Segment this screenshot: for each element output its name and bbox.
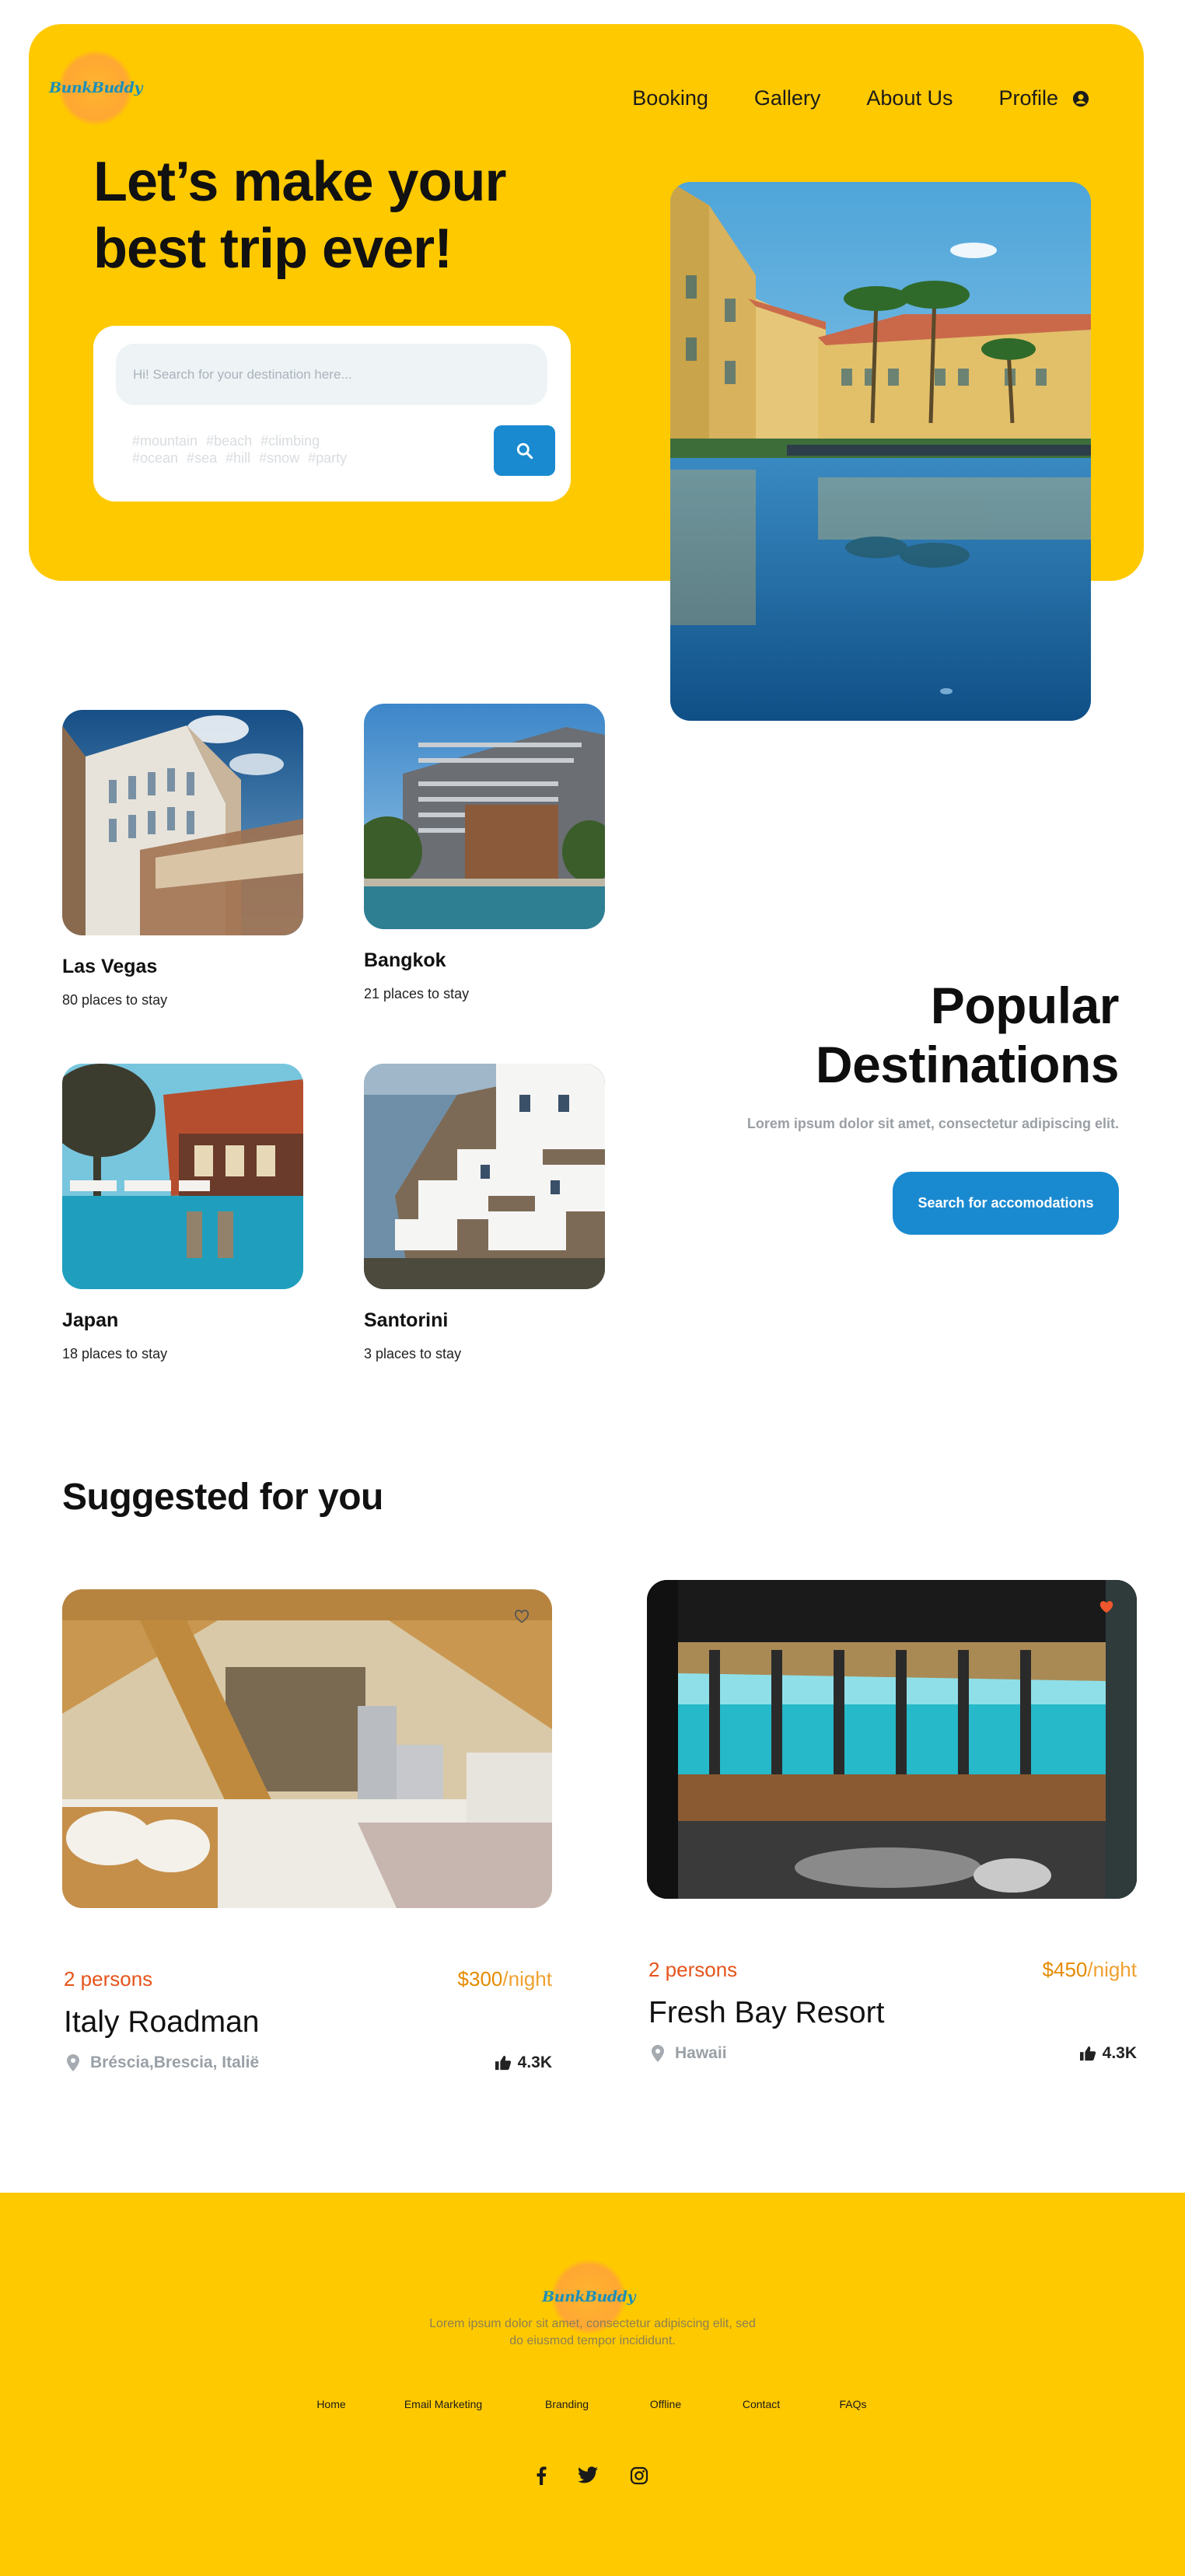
nav-booking[interactable]: Booking [632, 86, 708, 110]
destination-count: 21 places to stay [364, 986, 470, 1001]
destination-photo [62, 1064, 303, 1289]
destination-card-japan[interactable]: Japan 18 places to stay [62, 1064, 303, 1362]
popular-subtitle: Lorem ipsum dolor sit amet, consectetur … [746, 1116, 1119, 1131]
likes[interactable]: 4.3K [495, 2053, 552, 2072]
likes-count: 4.3K [517, 2053, 552, 2071]
footer-link-contact[interactable]: Contact [743, 2398, 780, 2410]
footer-link-branding[interactable]: Branding [545, 2398, 589, 2410]
profile-label: Profile [998, 86, 1058, 110]
suggested-photo [62, 1589, 552, 1908]
location: Hawaii [647, 2044, 727, 2063]
footer: BunkBuddy Lorem ipsum dolor sit amet, co… [0, 2193, 1185, 2576]
suggested-photo [647, 1580, 1137, 1899]
nav-about-us[interactable]: About Us [866, 86, 953, 110]
destination-name: Santorini [364, 1309, 449, 1331]
suggested-name: Italy Roadman [64, 2005, 260, 2039]
suggested-meta: 2 persons $450/night [647, 1958, 1137, 1982]
destination-count: 80 places to stay [62, 992, 168, 1008]
instagram-icon[interactable] [630, 2466, 648, 2485]
facebook-icon[interactable] [536, 2466, 547, 2485]
tags-row-1[interactable]: #mountain #beach #climbing [132, 432, 428, 449]
search-card: #mountain #beach #climbing #ocean #sea #… [93, 326, 571, 502]
destination-card-bangkok[interactable]: Bangkok 21 places to stay [364, 704, 605, 1002]
suggested-name: Fresh Bay Resort [648, 1996, 885, 2029]
footer-link-offline[interactable]: Offline [650, 2398, 681, 2410]
page: BunkBuddy Booking Gallery About Us Profi… [0, 0, 1185, 2576]
destination-count: 3 places to stay [364, 1346, 462, 1361]
destination-card-santorini[interactable]: Santorini 3 places to stay [364, 1064, 605, 1362]
popular-title-line-1: Popular [930, 977, 1120, 1034]
search-input[interactable] [116, 344, 547, 405]
footer-link-home[interactable]: Home [316, 2398, 345, 2410]
location-text: Bréscia,Brescia, Italië [90, 2053, 260, 2071]
footer-link-faqs[interactable]: FAQs [839, 2398, 866, 2410]
likes-count: 4.3K [1102, 2044, 1137, 2062]
likes[interactable]: 4.3K [1079, 2044, 1137, 2063]
suggested-footer: Hawaii 4.3K [647, 2044, 1137, 2063]
destination-name: Las Vegas [62, 956, 158, 977]
price-value: $450 [1042, 1958, 1088, 1981]
persons-label: 2 persons [648, 1958, 738, 1981]
destination-name: Japan [62, 1309, 119, 1331]
footer-text: Lorem ipsum dolor sit amet, consectetur … [429, 2317, 756, 2347]
location-pin-icon [67, 2054, 79, 2071]
nav-profile[interactable]: Profile [998, 86, 1089, 110]
heart-filled-icon[interactable] [1098, 1599, 1115, 1614]
suggested-footer: Bréscia,Brescia, Italië 4.3K [62, 2053, 552, 2072]
suggested-meta: 2 persons $300/night [62, 1967, 552, 1991]
destination-name: Bangkok [364, 949, 446, 971]
search-icon [516, 442, 533, 459]
popular-destinations: Popular Destinations Lorem ipsum dolor s… [683, 976, 1120, 1132]
destination-photo [62, 710, 303, 935]
popular-title-line-2: Destinations [815, 1036, 1120, 1093]
destination-card-las-vegas[interactable]: Las Vegas 80 places to stay [62, 710, 303, 1008]
heart-icon[interactable] [513, 1608, 530, 1624]
price-label: $300/night [458, 1967, 552, 1991]
search-tags: #mountain #beach #climbing #ocean #sea #… [132, 432, 428, 467]
location: Bréscia,Brescia, Italië [62, 2053, 259, 2072]
destination-photo [364, 704, 605, 929]
user-circle-icon [1072, 90, 1089, 107]
persons-label: 2 persons [64, 1967, 153, 1991]
thumbs-up-icon [495, 2055, 511, 2071]
logo-text: BunkBuddy [49, 79, 142, 96]
suggested-title: Suggested for you [62, 1477, 383, 1518]
location-text: Hawaii [675, 2044, 727, 2062]
location-pin-icon [652, 2045, 664, 2062]
twitter-icon[interactable] [578, 2466, 598, 2483]
search-button[interactable] [494, 425, 555, 476]
tags-row-2[interactable]: #ocean #sea #hill #snow #party [132, 449, 428, 467]
hero-title: Let’s make your best trip ever! [93, 151, 507, 280]
search-accommodations-button[interactable]: Search for accomodations [893, 1172, 1119, 1235]
price-value: $300 [457, 1967, 503, 1991]
thumbs-up-icon [1079, 2046, 1096, 2061]
nav-gallery[interactable]: Gallery [754, 86, 821, 110]
hero-resort-photo [670, 182, 1091, 721]
brand-logo[interactable]: BunkBuddy [49, 51, 142, 125]
destination-count: 18 places to stay [62, 1346, 168, 1361]
popular-title: Popular Destinations [683, 976, 1120, 1094]
price-unit: /night [1087, 1958, 1137, 1981]
footer-link-email-marketing[interactable]: Email Marketing [404, 2398, 482, 2410]
destination-photo [364, 1064, 605, 1289]
suggested-card-italy-roadman[interactable]: 2 persons $300/night Italy Roadman Brésc… [62, 1589, 552, 2072]
suggested-card-fresh-bay-resort[interactable]: 2 persons $450/night Fresh Bay Resort Ha… [647, 1580, 1137, 2063]
price-unit: /night [502, 1967, 552, 1991]
logo-text: BunkBuddy [542, 2288, 635, 2305]
price-label: $450/night [1043, 1958, 1137, 1982]
main-nav: Booking Gallery About Us Profile [632, 86, 1089, 110]
